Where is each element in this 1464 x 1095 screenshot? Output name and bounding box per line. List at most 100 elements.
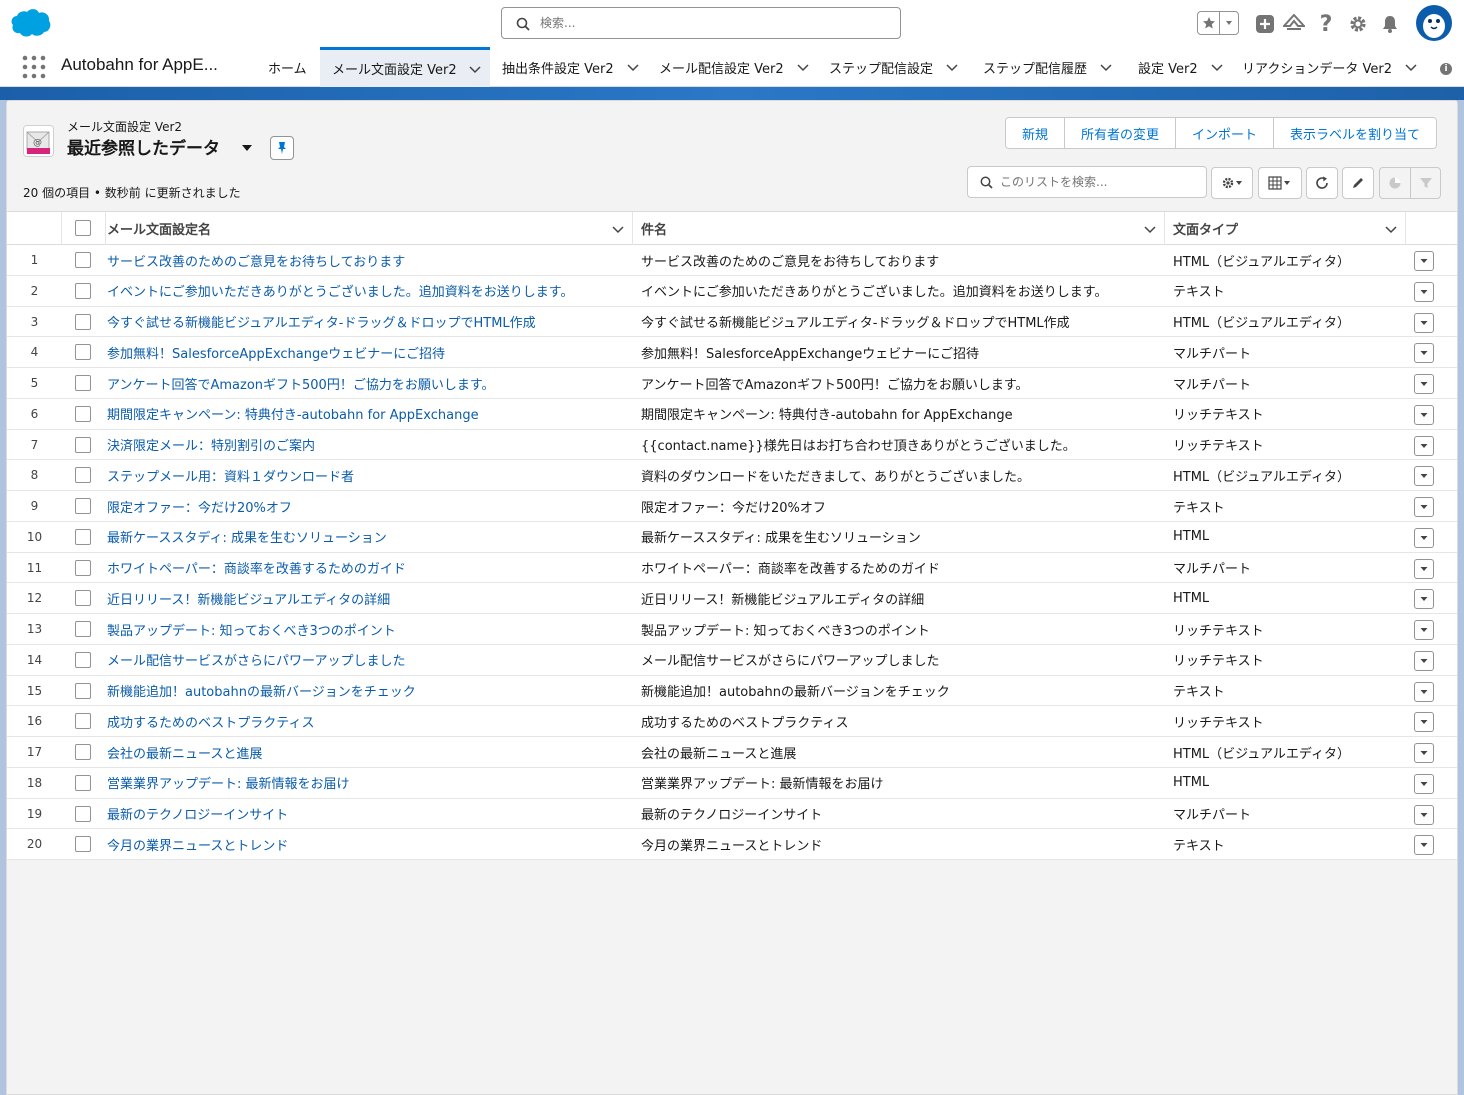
list-settings-button[interactable] — [1211, 167, 1253, 199]
row-checkbox[interactable] — [75, 744, 91, 760]
tab-step-history[interactable]: ステップ配信履歴 — [983, 47, 1112, 87]
row-checkbox[interactable] — [75, 528, 91, 545]
record-name-link[interactable]: 今すぐ試せる新機能ビジュアルエディタ-ドラッグ＆ドロップでHTML作成 — [107, 307, 627, 337]
pin-list-button[interactable] — [270, 136, 294, 160]
tab-step-delivery[interactable]: ステップ配信設定 — [829, 47, 958, 87]
tab-filter-conditions[interactable]: 抽出条件設定 Ver2 — [502, 47, 639, 87]
inline-edit-button[interactable] — [1342, 167, 1374, 199]
new-button[interactable]: 新規 — [1006, 118, 1065, 148]
row-checkbox[interactable] — [75, 282, 91, 299]
row-checkbox[interactable] — [75, 559, 91, 576]
row-actions-button[interactable] — [1414, 497, 1434, 517]
record-name-link[interactable]: サービス改善のためのご意見をお待ちしております — [107, 245, 627, 275]
record-name-link[interactable]: 参加無料！SalesforceAppExchangeウェビナーにご招待 — [107, 337, 627, 367]
chevron-down-icon[interactable] — [1144, 223, 1156, 235]
row-actions-button[interactable] — [1414, 251, 1434, 271]
list-view-title[interactable]: 最近参照したデータ — [67, 134, 220, 159]
tab-reaction-data[interactable]: リアクションデータ Ver2 — [1242, 47, 1417, 87]
chevron-down-icon[interactable] — [946, 61, 958, 73]
assign-label-button[interactable]: 表示ラベルを割り当て — [1273, 118, 1437, 148]
chevron-down-icon[interactable] — [1100, 61, 1112, 73]
record-name-link[interactable]: アンケート回答でAmazonギフト500円！ご協力をお願いします。 — [107, 368, 627, 398]
row-actions-button[interactable] — [1414, 743, 1434, 763]
bell-icon[interactable] — [1378, 12, 1402, 36]
row-actions-button[interactable] — [1414, 773, 1434, 794]
row-checkbox[interactable] — [75, 436, 91, 453]
row-checkbox[interactable] — [75, 313, 91, 330]
row-actions-button[interactable] — [1414, 804, 1434, 825]
row-checkbox[interactable] — [75, 252, 91, 268]
list-search-input[interactable] — [1000, 173, 1200, 191]
row-checkbox[interactable] — [75, 590, 91, 607]
row-actions-button[interactable] — [1414, 343, 1434, 364]
record-name-link[interactable]: 限定オファー：今だけ20%オフ — [107, 491, 627, 521]
list-search[interactable] — [967, 166, 1207, 198]
row-checkbox[interactable] — [75, 405, 91, 422]
column-header-name[interactable]: メール文面設定名 — [106, 212, 633, 245]
chevron-down-icon[interactable] — [1220, 12, 1238, 34]
add-icon[interactable] — [1253, 12, 1277, 36]
record-name-link[interactable]: イベントにご参加いただきありがとうございました。追加資料をお送りします。 — [107, 276, 627, 306]
row-actions-button[interactable] — [1414, 404, 1434, 425]
tab-home[interactable]: ホーム — [256, 47, 319, 87]
chevron-down-icon[interactable] — [1405, 61, 1417, 73]
record-name-link[interactable]: ステップメール用：資料１ダウンロード者 — [107, 460, 627, 490]
row-actions-button[interactable] — [1414, 374, 1434, 394]
chevron-down-icon[interactable] — [612, 223, 624, 235]
refresh-button[interactable] — [1306, 167, 1338, 199]
row-checkbox[interactable] — [75, 498, 91, 514]
row-actions-button[interactable] — [1414, 435, 1434, 456]
record-name-link[interactable]: メール配信サービスがさらにパワーアップしました — [107, 645, 627, 675]
chart-button[interactable] — [1379, 167, 1411, 199]
tab-mail-delivery[interactable]: メール配信設定 Ver2 — [659, 47, 809, 87]
global-search[interactable] — [501, 7, 901, 39]
row-checkbox[interactable] — [75, 375, 91, 391]
row-actions-button[interactable] — [1414, 650, 1434, 671]
row-checkbox[interactable] — [75, 467, 91, 484]
row-actions-button[interactable] — [1414, 835, 1434, 856]
star-icon[interactable] — [1198, 12, 1220, 34]
row-actions-button[interactable] — [1414, 312, 1434, 333]
chevron-down-icon[interactable] — [627, 61, 639, 73]
app-launcher-icon[interactable] — [22, 55, 46, 79]
record-name-link[interactable]: 成功するためのベストプラクティス — [107, 706, 627, 736]
row-actions-button[interactable] — [1414, 527, 1434, 548]
record-name-link[interactable]: 会社の最新ニュースと進展 — [107, 737, 627, 767]
tab-settings[interactable]: 設定 Ver2 — [1138, 47, 1223, 87]
row-actions-button[interactable] — [1414, 620, 1434, 640]
chevron-down-icon[interactable] — [1211, 61, 1223, 73]
global-search-input[interactable] — [540, 13, 890, 33]
row-checkbox[interactable] — [75, 621, 91, 637]
filter-button[interactable] — [1410, 167, 1441, 199]
row-checkbox[interactable] — [75, 713, 91, 730]
display-as-button[interactable] — [1258, 167, 1302, 199]
trailhead-icon[interactable] — [1282, 12, 1306, 36]
row-actions-button[interactable] — [1414, 681, 1434, 702]
row-checkbox[interactable] — [75, 651, 91, 668]
select-all-checkbox[interactable] — [75, 220, 91, 236]
favorites-group[interactable] — [1197, 11, 1239, 35]
row-checkbox[interactable] — [75, 774, 91, 791]
record-name-link[interactable]: 期間限定キャンペーン: 特典付き-autobahn for AppExchang… — [107, 399, 627, 429]
column-header-subject[interactable]: 件名 — [633, 212, 1165, 245]
row-checkbox[interactable] — [75, 682, 91, 699]
import-button[interactable]: インポート — [1175, 118, 1274, 148]
row-checkbox[interactable] — [75, 344, 91, 361]
gear-icon[interactable] — [1346, 12, 1370, 36]
chevron-down-icon[interactable] — [797, 61, 809, 73]
list-view-dropdown-icon[interactable] — [242, 145, 252, 151]
chevron-down-icon[interactable] — [469, 63, 481, 75]
chevron-down-icon[interactable] — [1385, 223, 1397, 235]
row-actions-button[interactable] — [1414, 589, 1434, 610]
row-checkbox[interactable] — [75, 836, 91, 853]
record-name-link[interactable]: 営業業界アップデート: 最新情報をお届け — [107, 768, 627, 798]
row-actions-button[interactable] — [1414, 466, 1434, 487]
record-name-link[interactable]: 決済限定メール：特別割引のご案内 — [107, 430, 627, 460]
record-name-link[interactable]: 最新ケーススタディ: 成果を生むソリューション — [107, 522, 627, 552]
user-avatar[interactable] — [1416, 5, 1452, 41]
row-actions-button[interactable] — [1414, 558, 1434, 579]
tab-mail-template[interactable]: メール文面設定 Ver2 — [320, 47, 490, 87]
salesforce-logo[interactable] — [10, 8, 52, 38]
column-header-type[interactable]: 文面タイプ — [1165, 212, 1406, 245]
row-actions-button[interactable] — [1414, 281, 1434, 302]
